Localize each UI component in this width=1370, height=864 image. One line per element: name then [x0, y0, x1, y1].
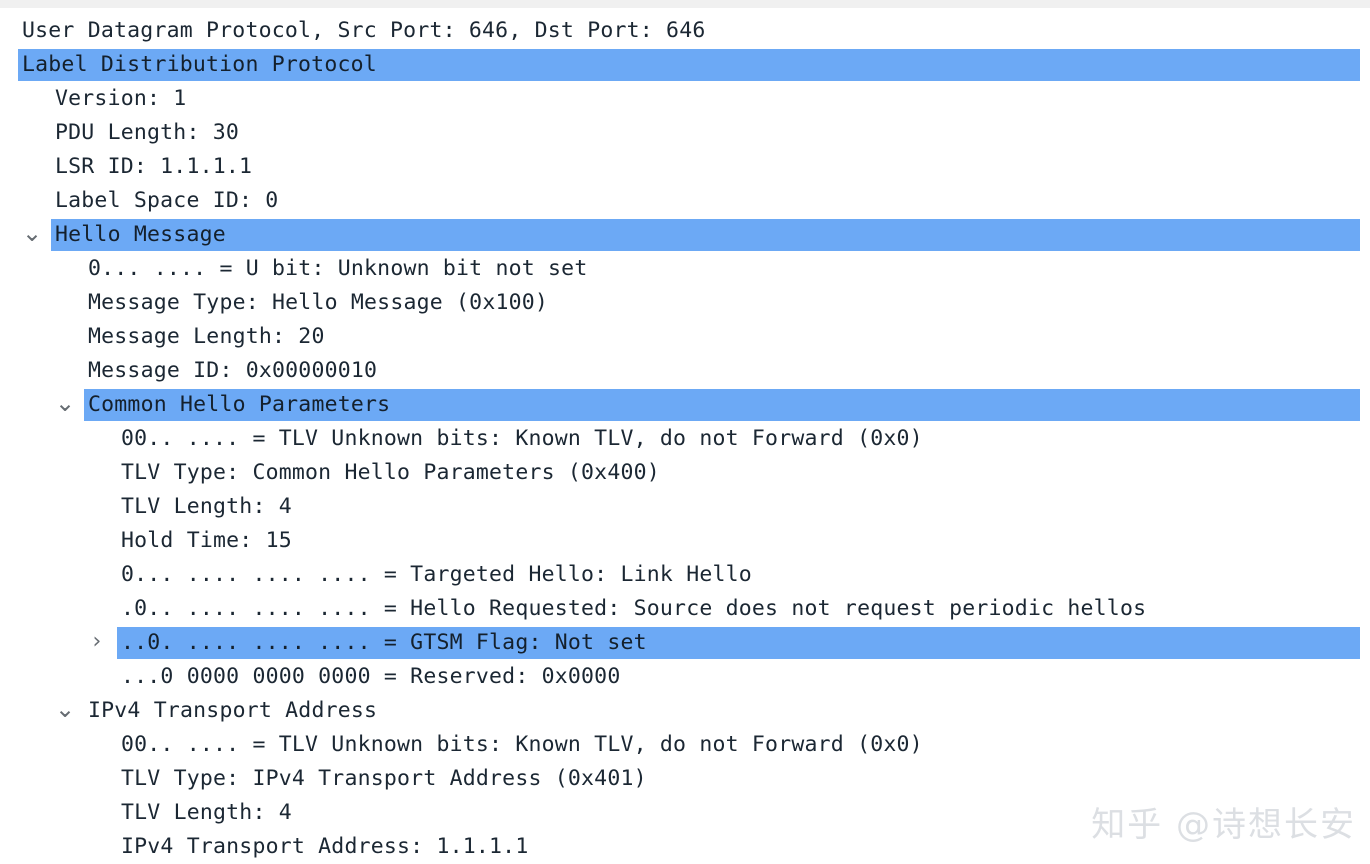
tree-row-label: LSR ID: 1.1.1.1: [55, 154, 253, 179]
tree-row-message-type[interactable]: Message Type: Hello Message (0x100): [0, 286, 1370, 320]
watermark: 知乎 @诗想长安: [1091, 805, 1356, 845]
tree-row-label: Message Length: 20: [88, 324, 325, 349]
tree-row-common-hello-parameters[interactable]: Common Hello Parameters: [0, 388, 1370, 422]
tree-row-label: 0... .... = U bit: Unknown bit not set: [88, 256, 588, 281]
tree-row-tlv-unknown-bits-2[interactable]: 00.. .... = TLV Unknown bits: Known TLV,…: [0, 728, 1370, 762]
chevron-right-icon[interactable]: [88, 626, 106, 660]
tree-row-label: TLV Type: Common Hello Parameters (0x400…: [121, 460, 660, 485]
tree-row-gtsm-flag[interactable]: ..0. .... .... .... = GTSM Flag: Not set: [0, 626, 1370, 660]
tree-row-label: Message ID: 0x00000010: [88, 358, 378, 383]
tree-row-label: TLV Length: 4: [121, 800, 292, 825]
tree-row-label: TLV Length: 4: [121, 494, 292, 519]
tree-row-label: ...0 0000 0000 0000 = Reserved: 0x0000: [121, 664, 621, 689]
tree-row-label: Hold Time: 15: [121, 528, 292, 553]
tree-row-hello-requested[interactable]: .0.. .... .... .... = Hello Requested: S…: [0, 592, 1370, 626]
tree-row-udp-summary[interactable]: User Datagram Protocol, Src Port: 646, D…: [0, 14, 1370, 48]
selection-highlight: [51, 219, 1360, 251]
tree-row-label: Hello Message: [55, 222, 226, 247]
chevron-down-icon[interactable]: [55, 694, 73, 728]
tree-row-label: 0... .... .... .... = Targeted Hello: Li…: [121, 562, 752, 587]
tree-row-label: Label Distribution Protocol: [22, 52, 377, 77]
tree-row-label-space-id[interactable]: Label Space ID: 0: [0, 184, 1370, 218]
tree-row-label: User Datagram Protocol, Src Port: 646, D…: [22, 18, 706, 43]
tree-row-ldp-root[interactable]: Label Distribution Protocol: [0, 48, 1370, 82]
tree-row-lsr-id[interactable]: LSR ID: 1.1.1.1: [0, 150, 1370, 184]
tree-row-label: Version: 1: [55, 86, 187, 111]
chevron-down-icon[interactable]: [55, 388, 73, 422]
tree-row-tlv-unknown-bits-1[interactable]: 00.. .... = TLV Unknown bits: Known TLV,…: [0, 422, 1370, 456]
packet-details-pane[interactable]: User Datagram Protocol, Src Port: 646, D…: [0, 0, 1370, 859]
pane-top-edge: [0, 0, 1370, 8]
tree-row-tlv-length-1[interactable]: TLV Length: 4: [0, 490, 1370, 524]
tree-row-label: Common Hello Parameters: [88, 392, 391, 417]
chevron-down-icon[interactable]: [22, 218, 40, 252]
tree-row-label: Message Type: Hello Message (0x100): [88, 290, 549, 315]
tree-row-reserved[interactable]: ...0 0000 0000 0000 = Reserved: 0x0000: [0, 660, 1370, 694]
tree-row-hold-time[interactable]: Hold Time: 15: [0, 524, 1370, 558]
tree-row-label: TLV Type: IPv4 Transport Address (0x401): [121, 766, 647, 791]
tree-row-label: IPv4 Transport Address: 1.1.1.1: [121, 834, 529, 859]
tree-row-u-bit[interactable]: 0... .... = U bit: Unknown bit not set: [0, 252, 1370, 286]
tree-row-tlv-type-1[interactable]: TLV Type: Common Hello Parameters (0x400…: [0, 456, 1370, 490]
tree-row-ipv4-transport-address-group[interactable]: IPv4 Transport Address: [0, 694, 1370, 728]
tree-row-label: IPv4 Transport Address: [88, 698, 378, 723]
tree-row-tlv-type-2[interactable]: TLV Type: IPv4 Transport Address (0x401): [0, 762, 1370, 796]
tree-row-label: 00.. .... = TLV Unknown bits: Known TLV,…: [121, 426, 923, 451]
tree-row-label: ..0. .... .... .... = GTSM Flag: Not set: [121, 630, 647, 655]
tree-row-hello-message[interactable]: Hello Message: [0, 218, 1370, 252]
tree-row-label: 00.. .... = TLV Unknown bits: Known TLV,…: [121, 732, 923, 757]
tree-row-version[interactable]: Version: 1: [0, 82, 1370, 116]
tree-row-pdu-length[interactable]: PDU Length: 30: [0, 116, 1370, 150]
tree-row-message-length[interactable]: Message Length: 20: [0, 320, 1370, 354]
tree-row-targeted-hello[interactable]: 0... .... .... .... = Targeted Hello: Li…: [0, 558, 1370, 592]
tree-row-label: Label Space ID: 0: [55, 188, 279, 213]
tree-row-label: PDU Length: 30: [55, 120, 240, 145]
tree-row-label: .0.. .... .... .... = Hello Requested: S…: [121, 596, 1147, 621]
tree-row-message-id[interactable]: Message ID: 0x00000010: [0, 354, 1370, 388]
